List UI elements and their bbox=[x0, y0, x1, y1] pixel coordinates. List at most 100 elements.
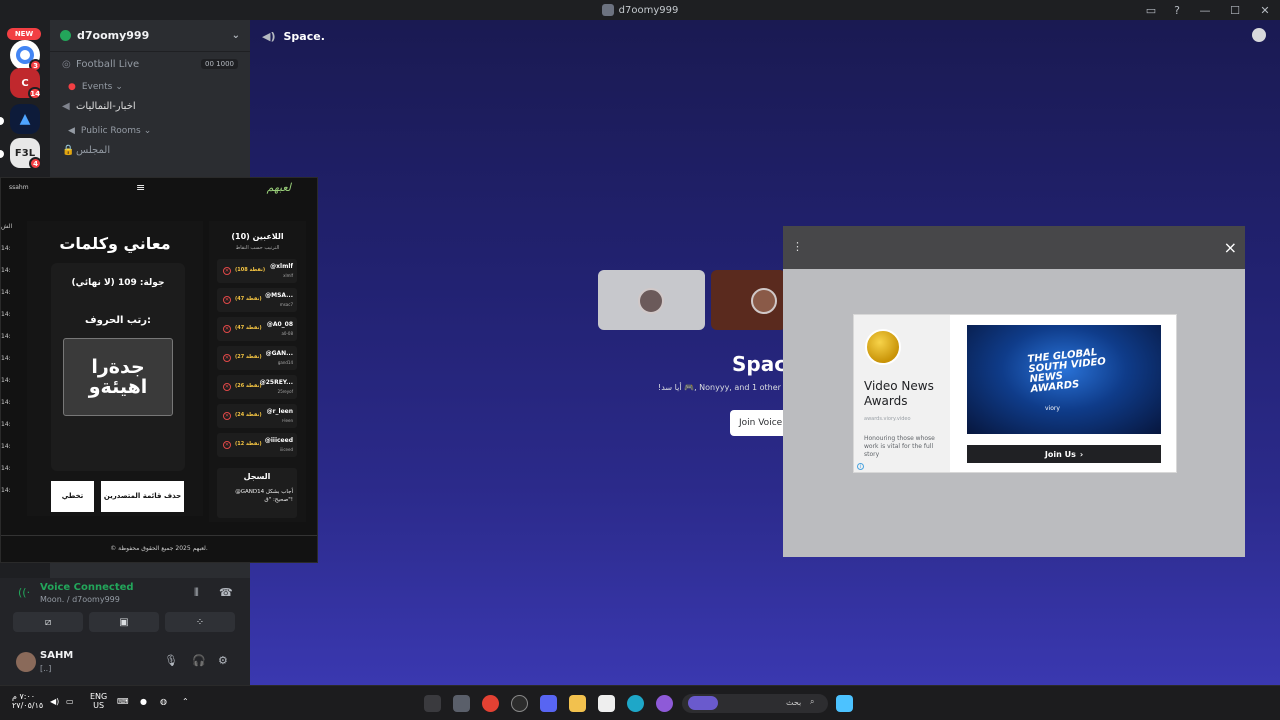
voice-status[interactable]: Voice Connected bbox=[40, 582, 134, 593]
remove-icon[interactable]: ✕ bbox=[223, 296, 231, 304]
chevron-up-icon[interactable]: ⌃ bbox=[182, 697, 189, 706]
game-activity-panel: ssahm ≡ لعبهم الش 14: 14: 14: 14: 14: 14… bbox=[0, 177, 318, 563]
voice-panel: ((· Voice Connected Moon. / d7oomy999 ⦀ … bbox=[0, 578, 250, 685]
voice-location[interactable]: Moon. / d7oomy999 bbox=[40, 595, 120, 604]
left-col-text: 14: bbox=[1, 487, 11, 494]
player-row[interactable]: ✕ (47 نقطة) @MSA... msac7 bbox=[217, 288, 297, 312]
player-handle: xlmlf bbox=[283, 273, 293, 278]
ad-card[interactable]: Video News Awards awards.viory.video Hon… bbox=[853, 314, 1177, 473]
menu-icon[interactable]: ≡ bbox=[136, 181, 145, 194]
ad-menu-icon[interactable]: ⋮ bbox=[792, 240, 803, 253]
avatar[interactable] bbox=[16, 652, 36, 672]
store-icon[interactable] bbox=[598, 695, 615, 712]
camera-button[interactable]: ⧄ bbox=[13, 612, 83, 632]
remove-icon[interactable]: ✕ bbox=[223, 383, 231, 391]
help-icon[interactable]: ? bbox=[1164, 0, 1190, 20]
inbox-icon[interactable]: ▭ bbox=[1138, 0, 1164, 20]
edge-icon[interactable] bbox=[627, 695, 644, 712]
skip-button[interactable]: تخطي bbox=[51, 481, 94, 512]
ad-info-icon[interactable]: i bbox=[857, 463, 864, 470]
ad-topbar: ⋮ × bbox=[783, 226, 1245, 269]
search-box[interactable]: بحث ⌕ bbox=[682, 694, 828, 713]
player-row[interactable]: ✕ (12 نقطة) @iiiceed iiiceed bbox=[217, 433, 297, 457]
log-title: السجل bbox=[243, 472, 271, 481]
disconnect-icon[interactable]: ☎ bbox=[219, 586, 233, 599]
ad-image[interactable]: THE GLOBAL SOUTH VIDEO NEWS AWARDS viory bbox=[967, 325, 1161, 434]
server-chrome[interactable]: 3 bbox=[10, 40, 42, 72]
server-f3l[interactable]: F3L 4 bbox=[10, 138, 42, 170]
volume-icon[interactable]: ◀) bbox=[50, 697, 59, 706]
player-row[interactable]: ✕ (27 نقطة) @GAN... gand14 bbox=[217, 346, 297, 370]
server-red-icon: C bbox=[21, 77, 29, 89]
folder-icon[interactable] bbox=[569, 695, 586, 712]
activities-icon: ⁘ bbox=[195, 616, 205, 628]
channel-label: Football Live bbox=[76, 58, 140, 70]
noise-suppression-icon[interactable]: ⦀ bbox=[194, 586, 199, 600]
settings-icon[interactable] bbox=[453, 695, 470, 712]
left-col-text: 14: bbox=[1, 311, 11, 318]
screen-share-button[interactable]: ▣ bbox=[89, 612, 159, 632]
ad-description: Honouring those whose work is vital for … bbox=[864, 435, 935, 458]
steam-icon[interactable] bbox=[424, 695, 441, 712]
server-triangle[interactable]: ▲ bbox=[10, 104, 40, 134]
discord-tray-icon[interactable]: ◍ bbox=[160, 697, 167, 706]
player-row[interactable]: ✕ (47 نقطة) @A0_08 a0-08 bbox=[217, 317, 297, 341]
award-medal-icon bbox=[865, 329, 901, 365]
channel-football-live[interactable]: ◎ Football Live 00 1000 bbox=[50, 54, 250, 74]
chat-icon[interactable] bbox=[1252, 28, 1266, 42]
ad-close-button[interactable]: × bbox=[1224, 238, 1237, 257]
copilot-icon[interactable] bbox=[656, 695, 673, 712]
category-label: Events bbox=[81, 82, 113, 92]
player-score: (26 نقطة) bbox=[235, 383, 262, 389]
player-score: (12 نقطة) bbox=[235, 441, 262, 447]
participant-tile[interactable] bbox=[598, 270, 705, 330]
lock-icon: 🔒 bbox=[62, 144, 75, 156]
player-score: (108 نقطة) bbox=[235, 267, 266, 273]
gear-icon[interactable]: ⚙ bbox=[218, 654, 228, 667]
channel-majlis[interactable]: 🔒 المجلس bbox=[50, 140, 250, 160]
player-handle: iiiceed bbox=[280, 447, 293, 452]
clock-app-icon[interactable] bbox=[511, 695, 528, 712]
remove-icon[interactable]: ✕ bbox=[223, 441, 231, 449]
player-score: (27 نقطة) bbox=[235, 354, 262, 360]
remove-icon[interactable]: ✕ bbox=[223, 354, 231, 362]
remove-leaderboard-button[interactable]: حذف قائمة المتصدرين bbox=[101, 481, 184, 512]
clock-time: ٧:٠٠ م bbox=[12, 692, 36, 701]
keyboard-icon[interactable]: ⌨ bbox=[117, 697, 129, 706]
player-row[interactable]: ✕ (24 نقطة) @r_leen r-leen bbox=[217, 404, 297, 428]
microphone-icon[interactable]: 🎙 bbox=[164, 654, 178, 667]
remove-icon[interactable]: ✕ bbox=[223, 267, 231, 275]
server-red[interactable]: C 14 bbox=[10, 68, 42, 100]
mic-tray-icon[interactable]: ● bbox=[140, 697, 147, 706]
activities-button[interactable]: ⁘ bbox=[165, 612, 235, 632]
discord-icon[interactable] bbox=[540, 695, 557, 712]
user-status: [..] bbox=[40, 664, 52, 673]
participant-tile[interactable] bbox=[711, 270, 786, 330]
minimize-button[interactable]: — bbox=[1190, 0, 1220, 20]
unread-pip bbox=[0, 150, 4, 158]
headphones-icon[interactable]: 🎧 bbox=[192, 654, 206, 667]
remove-icon[interactable]: ✕ bbox=[223, 325, 231, 333]
player-row[interactable]: ✕ (108 نقطة) @xlmlf xlmlf bbox=[217, 259, 297, 283]
maximize-button[interactable]: ☐ bbox=[1220, 0, 1250, 20]
channel-news[interactable]: ◀ اخبار-النماليات bbox=[50, 96, 250, 116]
players-panel: اللاعبين (10) الترتيب حسب النقاط ✕ (108 … bbox=[209, 221, 306, 522]
remove-icon[interactable]: ✕ bbox=[223, 412, 231, 420]
ad-cta-button[interactable]: Join Us › bbox=[967, 445, 1161, 463]
display-icon[interactable]: ▭ bbox=[66, 697, 74, 706]
join-voice-button[interactable]: Join Voice bbox=[730, 410, 790, 436]
taskbar: ٧:٠٠ م ٢٧/٠٥/١٥ ◀) ▭ ENG US ⌨ ● ◍ ⌃ بحث … bbox=[0, 685, 1280, 720]
chrome-icon[interactable] bbox=[482, 695, 499, 712]
close-window-button[interactable]: ✕ bbox=[1250, 0, 1280, 20]
user-name[interactable]: SAHM bbox=[40, 650, 73, 661]
player-row[interactable]: ✕ (26 نقطة) @25REY... 25reyof bbox=[217, 375, 297, 399]
clock[interactable]: ٧:٠٠ م ٢٧/٠٥/١٥ bbox=[12, 692, 43, 710]
windows-start-icon[interactable] bbox=[836, 695, 853, 712]
signal-icon[interactable]: ((· bbox=[18, 586, 30, 599]
chevron-down-icon: ⌄ bbox=[115, 82, 123, 92]
category-public-rooms[interactable]: ◀ Public Rooms ⌄ bbox=[50, 122, 250, 140]
server-header[interactable]: d7oomy999 ⌄ bbox=[50, 20, 250, 52]
screen-share-icon: ▣ bbox=[119, 616, 129, 628]
language-indicator[interactable]: ENG US bbox=[90, 692, 107, 710]
category-events[interactable]: ● Events ⌄ bbox=[50, 78, 250, 96]
